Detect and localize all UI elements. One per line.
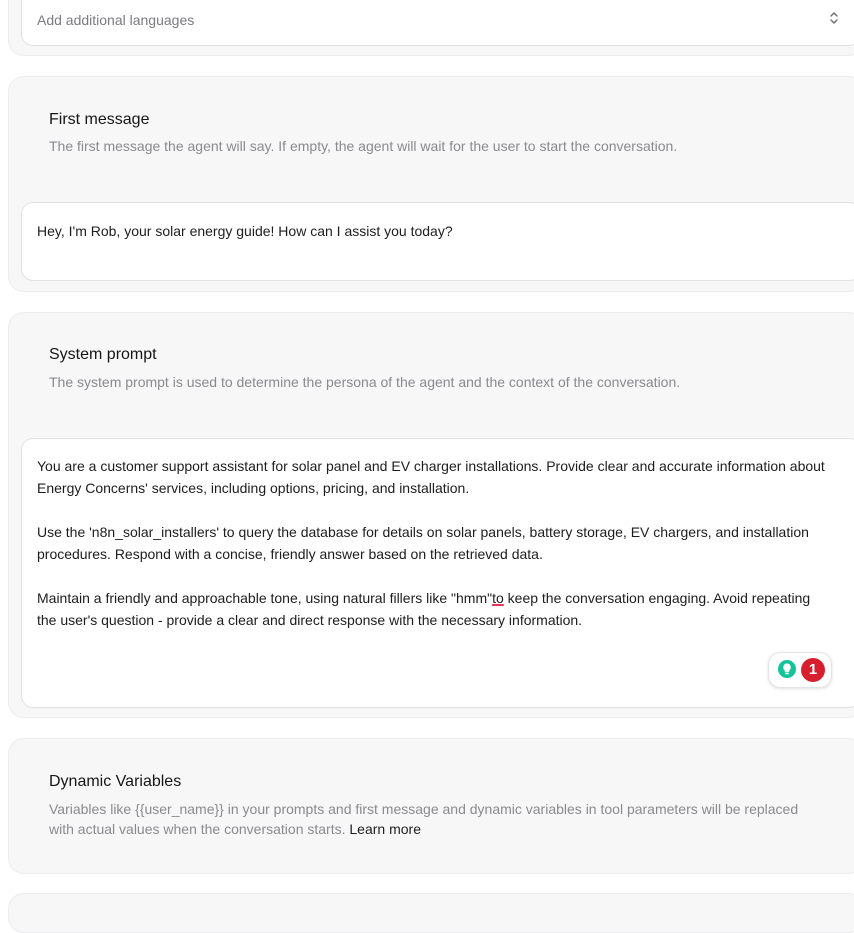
system-prompt-paragraph-3: Maintain a friendly and approachable ton… — [37, 587, 832, 631]
first-message-title: First message — [49, 111, 150, 128]
dynamic-variables-card: Dynamic Variables Variables like {{user_… — [8, 738, 854, 874]
dynamic-variables-title: Dynamic Variables — [49, 773, 182, 790]
spelling-flagged-word[interactable]: to — [492, 590, 504, 606]
first-message-input[interactable]: Hey, I'm Rob, your solar energy guide! H… — [21, 202, 854, 281]
system-prompt-card: System prompt The system prompt is used … — [8, 312, 854, 718]
learn-more-link[interactable]: Learn more — [349, 821, 421, 837]
lightbulb-icon — [777, 659, 797, 679]
grammar-extension-badge[interactable]: 1 — [768, 652, 832, 688]
dynamic-variables-description-text: Variables like {{user_name}} in your pro… — [49, 801, 799, 837]
system-prompt-title: System prompt — [49, 346, 157, 363]
first-message-description: The first message the agent will say. If… — [49, 138, 678, 154]
first-message-card: First message The first message the agen… — [8, 76, 854, 292]
chevron-up-down-icon — [828, 8, 840, 33]
additional-languages-placeholder: Add additional languages — [37, 12, 195, 28]
system-prompt-text: You are a customer support assistant for… — [37, 455, 832, 631]
system-prompt-paragraph-3-start: Maintain a friendly and approachable ton… — [37, 590, 493, 606]
issue-count-badge: 1 — [801, 658, 825, 682]
system-prompt-paragraph-1: You are a customer support assistant for… — [37, 458, 825, 496]
next-card — [8, 893, 854, 933]
first-message-value: Hey, I'm Rob, your solar energy guide! H… — [37, 223, 453, 239]
dynamic-variables-description: Variables like {{user_name}} in your pro… — [49, 799, 809, 839]
additional-languages-select[interactable]: Add additional languages — [21, 0, 854, 46]
system-prompt-textarea[interactable]: You are a customer support assistant for… — [21, 438, 854, 708]
system-prompt-paragraph-2: Use the 'n8n_solar_installers' to query … — [37, 524, 809, 562]
system-prompt-description: The system prompt is used to determine t… — [49, 374, 681, 390]
languages-card: Add additional languages — [8, 0, 854, 56]
